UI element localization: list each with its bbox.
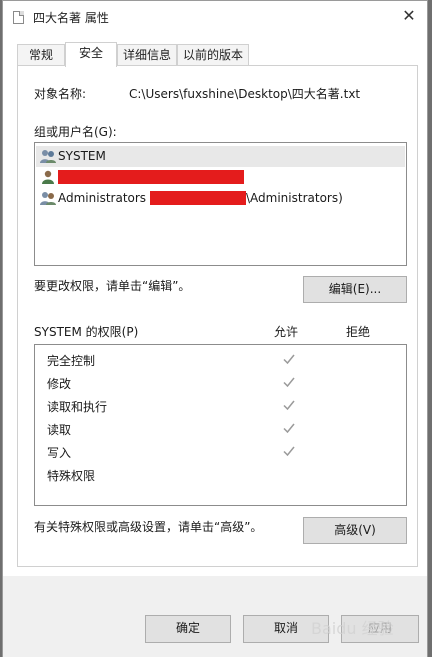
check-icon: [283, 423, 295, 434]
object-name-label: 对象名称:: [34, 87, 87, 101]
permission-special: 特殊权限: [47, 469, 96, 483]
user-name: SYSTEM: [58, 149, 106, 163]
edit-button[interactable]: 编辑(E)...: [303, 276, 407, 303]
permission-read: 读取: [47, 423, 72, 437]
check-icon: [283, 354, 295, 365]
permissions-label: SYSTEM 的权限(P): [34, 325, 139, 339]
permission-read-execute: 读取和执行: [47, 400, 108, 414]
redaction-bar: [58, 170, 244, 184]
user-name-suffix: \Administrators): [246, 191, 343, 205]
permission-full-control: 完全控制: [47, 354, 96, 368]
group-users-icon: [40, 150, 56, 163]
tab-previous-versions[interactable]: 以前的版本: [177, 44, 249, 66]
file-icon: [13, 11, 24, 24]
close-button[interactable]: ✕: [397, 5, 421, 27]
group-users-icon: [40, 192, 56, 205]
change-permissions-prompt: 要更改权限，请单击“编辑”。: [34, 279, 191, 293]
allow-header: 允许: [274, 325, 299, 339]
permissions-list: 完全控制 修改 读取和执行 读取 写入 特殊权限: [34, 344, 407, 506]
groups-label: 组或用户名(G):: [34, 125, 117, 139]
groups-listbox[interactable]: SYSTEM Administrators ( \Administrators): [34, 142, 407, 266]
advanced-button[interactable]: 高级(V): [303, 517, 407, 544]
check-icon: [283, 446, 295, 457]
user-row-redacted[interactable]: [36, 167, 405, 188]
permission-modify: 修改: [47, 377, 72, 391]
advanced-prompt: 有关特殊权限或高级设置，请单击“高级”。: [34, 520, 263, 534]
tab-details[interactable]: 详细信息: [117, 44, 177, 66]
title-bar[interactable]: 四大名著 属性 ✕: [3, 1, 427, 33]
security-panel: 对象名称: C:\Users\fuxshine\Desktop\四大名著.txt…: [17, 65, 418, 567]
ok-button[interactable]: 确定: [145, 615, 231, 643]
user-name-prefix: Administrators (: [58, 191, 155, 205]
tab-general[interactable]: 常规: [17, 44, 65, 66]
tab-security[interactable]: 安全: [65, 42, 117, 67]
properties-window: 四大名著 属性 ✕ 常规 安全 详细信息 以前的版本 对象名称: C:\User…: [2, 0, 428, 657]
deny-header: 拒绝: [346, 325, 371, 339]
object-name-value: C:\Users\fuxshine\Desktop\四大名著.txt: [129, 87, 361, 101]
permission-write: 写入: [47, 446, 72, 460]
window-title: 四大名著 属性: [33, 11, 109, 25]
user-row-system[interactable]: SYSTEM: [36, 146, 405, 167]
check-icon: [283, 400, 295, 411]
user-icon: [42, 170, 54, 184]
redaction-bar: [150, 191, 246, 205]
user-row-administrators[interactable]: Administrators ( \Administrators): [36, 188, 405, 209]
check-icon: [283, 377, 295, 388]
watermark: Baidu 经验: [311, 619, 394, 638]
